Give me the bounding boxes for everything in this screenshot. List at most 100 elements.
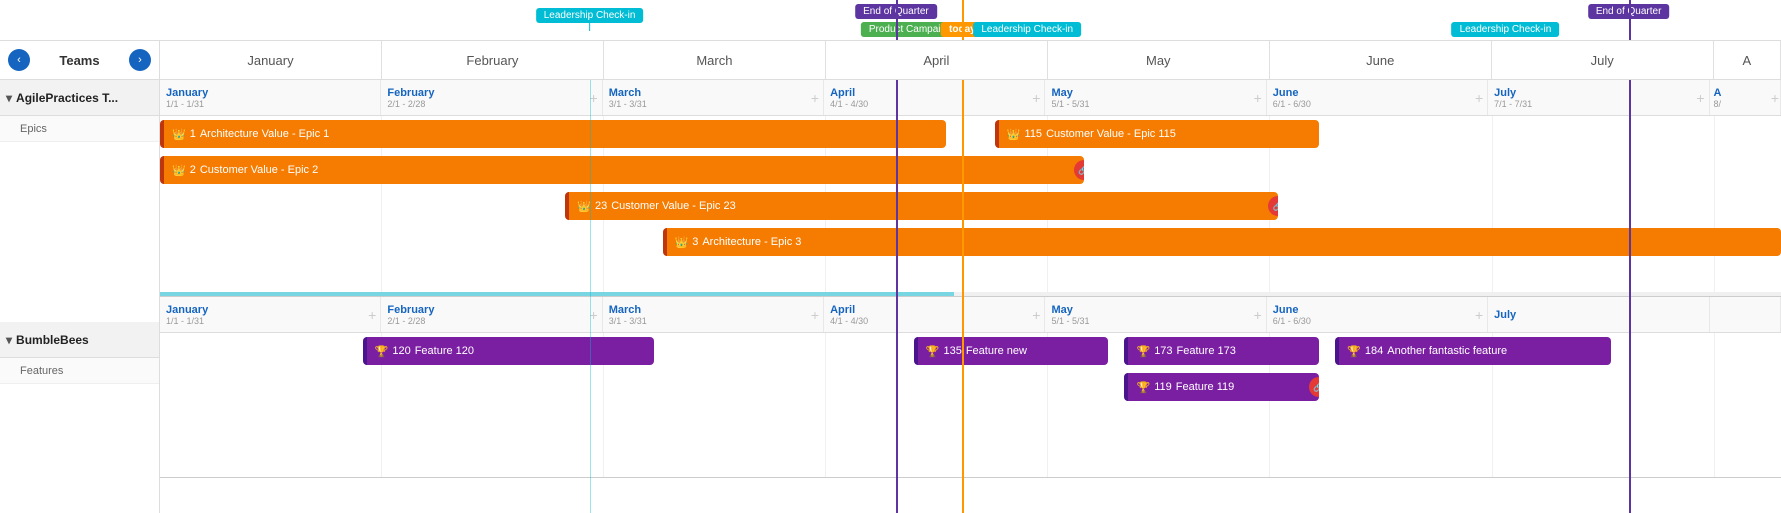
feature-bar-184[interactable]: 🏆 184 Another fantastic feature <box>1335 337 1611 365</box>
bb-month-aug <box>1710 297 1781 332</box>
add-feb-bb[interactable]: + <box>590 307 598 323</box>
feature-bar-173[interactable]: 🏆 173 Feature 173 <box>1124 337 1319 365</box>
bumblebees-grid-section: January 1/1 - 1/31 + February 2/1 - 2/28… <box>160 297 1781 478</box>
agile-month-feb: February 2/1 - 2/28 + <box>381 80 602 115</box>
agile-month-jun: June 6/1 - 6/30 + <box>1267 80 1488 115</box>
add-feb-agile[interactable]: + <box>590 90 598 106</box>
bb-month-mar: March 3/1 - 3/31 + <box>603 297 824 332</box>
feature-row-135: 🏆 135 Feature new <box>914 337 1109 365</box>
epic-bar-2[interactable]: 👑 2 Customer Value - Epic 2 🔗 <box>160 156 1084 184</box>
feature-icon-135: 🏆 <box>926 345 940 358</box>
epic-icon-3: 👑 <box>675 236 689 249</box>
team-agile-header-left[interactable]: ▾ AgilePractices T... <box>0 80 159 116</box>
add-mar-agile[interactable]: + <box>811 90 819 106</box>
agile-rows-spacer <box>0 142 159 322</box>
chevron-right-button[interactable]: › <box>129 49 151 71</box>
feature-row-173: 🏆 173 Feature 173 <box>1124 337 1319 365</box>
month-jun: June <box>1270 41 1492 79</box>
team-bumblebees-left: ▾ BumbleBees Features <box>0 322 159 513</box>
agile-sub-epics: Epics <box>0 116 159 142</box>
bumblebees-chevron: ▾ <box>6 333 12 347</box>
feature-num-120: 120 <box>392 345 410 357</box>
bb-month-may: May 5/1 - 5/31 + <box>1045 297 1266 332</box>
month-aug-partial: A <box>1714 41 1781 79</box>
bb-bars-area: 🏆 120 Feature 120 🏆 135 Feature new <box>160 333 1781 477</box>
link-icon-23[interactable]: 🔗 <box>1268 196 1278 216</box>
month-jan: January <box>160 41 382 79</box>
add-apr-agile[interactable]: + <box>1032 90 1040 106</box>
feature-bar-135[interactable]: 🏆 135 Feature new <box>914 337 1109 365</box>
feature-label-135: Feature new <box>966 345 1027 357</box>
month-mar: March <box>604 41 826 79</box>
left-spacer <box>0 0 160 40</box>
add-jan-bb[interactable]: + <box>368 307 376 323</box>
left-panel: ▾ AgilePractices T... Epics ▾ BumbleBees… <box>0 80 160 513</box>
feature-num-184: 184 <box>1365 345 1383 357</box>
epic-row-23: 👑 23 Customer Value - Epic 23 🔗 <box>565 192 1278 220</box>
chevron-left-button[interactable]: ‹ <box>8 49 30 71</box>
agile-month-headers: January 1/1 - 1/31 + February 2/1 - 2/28… <box>160 80 1781 116</box>
feature-icon-119: 🏆 <box>1136 381 1150 394</box>
epic-num-23: 23 <box>595 200 607 212</box>
month-may: May <box>1048 41 1270 79</box>
epic-num-3: 3 <box>692 236 698 248</box>
bumblebees-month-headers: January 1/1 - 1/31 + February 2/1 - 2/28… <box>160 297 1781 333</box>
end-of-quarter-line-2 <box>1629 0 1631 40</box>
feature-bar-120[interactable]: 🏆 120 Feature 120 <box>363 337 655 365</box>
epic-icon-115: 👑 <box>1007 128 1021 141</box>
feature-label-173: Feature 173 <box>1177 345 1236 357</box>
epic-icon-23: 👑 <box>577 200 591 213</box>
marker-leadership-2: Leadership Check-in <box>973 22 1081 37</box>
marker-leadership-3: Leadership Check-in <box>1452 22 1560 37</box>
epic-label-23: Customer Value - Epic 23 <box>611 200 736 212</box>
end-of-quarter-line-1 <box>896 0 898 40</box>
add-may-bb[interactable]: + <box>1254 307 1262 323</box>
feature-row-119: 🏆 119 Feature 119 🔗 <box>1124 373 1319 401</box>
today-line <box>962 0 964 40</box>
agile-month-jan: January 1/1 - 1/31 + <box>160 80 381 115</box>
months-strip: January February March April May June Ju… <box>160 41 1781 79</box>
agile-month-jul: July 7/1 - 7/31 + <box>1488 80 1709 115</box>
teams-header: ‹ Teams › <box>0 41 160 79</box>
epic-label-115: Customer Value - Epic 115 <box>1046 128 1176 140</box>
teams-label: Teams <box>59 53 99 68</box>
epic-num-115: 115 <box>1025 128 1043 140</box>
feature-icon-120: 🏆 <box>375 345 389 358</box>
add-may-agile[interactable]: + <box>1254 90 1262 106</box>
add-jun-agile[interactable]: + <box>1475 90 1483 106</box>
add-jun-bb[interactable]: + <box>1475 307 1483 323</box>
epic-label-1: Architecture Value - Epic 1 <box>200 128 329 140</box>
epic-bar-3[interactable]: 👑 3 Architecture - Epic 3 <box>663 228 1781 256</box>
epic-bar-1[interactable]: 👑 1 Architecture Value - Epic 1 <box>160 120 946 148</box>
agile-team-name: AgilePractices T... <box>16 91 118 105</box>
feature-bar-119[interactable]: 🏆 119 Feature 119 🔗 <box>1124 373 1319 401</box>
markers-zone: Leadership Check-in End of Quarter Produ… <box>160 0 1781 40</box>
timeline-container: Leadership Check-in End of Quarter Produ… <box>0 0 1781 513</box>
epic-row-2: 👑 2 Customer Value - Epic 2 🔗 <box>160 156 1084 184</box>
agile-month-apr: April 4/1 - 4/30 + <box>824 80 1045 115</box>
add-jan-agile[interactable]: + <box>1771 90 1779 106</box>
team-agile-left: ▾ AgilePractices T... Epics <box>0 80 159 322</box>
bb-month-apr: April 4/1 - 4/30 + <box>824 297 1045 332</box>
month-jul: July <box>1492 41 1714 79</box>
team-bumblebees-header-left[interactable]: ▾ BumbleBees <box>0 322 159 358</box>
marker-leadership-1: Leadership Check-in <box>536 8 644 23</box>
epic-bar-115[interactable]: 👑 115 Customer Value - Epic 115 <box>995 120 1319 148</box>
add-apr-bb[interactable]: + <box>1032 307 1040 323</box>
bumblebees-rows-spacer <box>0 384 159 513</box>
feature-label-184: Another fantastic feature <box>1387 345 1507 357</box>
month-apr: April <box>826 41 1048 79</box>
epic-num-1: 1 <box>190 128 196 140</box>
feature-label-119: Feature 119 <box>1176 381 1235 393</box>
feature-num-119: 119 <box>1154 381 1172 393</box>
feature-row-184: 🏆 184 Another fantastic feature <box>1335 337 1611 365</box>
add-jul-agile[interactable]: + <box>1696 90 1704 106</box>
link-icon-2[interactable]: 🔗 <box>1074 160 1084 180</box>
agile-grid-section: January 1/1 - 1/31 + February 2/1 - 2/28… <box>160 80 1781 297</box>
epic-bar-23[interactable]: 👑 23 Customer Value - Epic 23 🔗 <box>565 192 1278 220</box>
link-icon-119[interactable]: 🔗 <box>1309 377 1319 397</box>
epic-row-3: 👑 3 Architecture - Epic 3 <box>663 228 1781 256</box>
add-mar-bb[interactable]: + <box>811 307 819 323</box>
agile-chevron: ▾ <box>6 91 12 105</box>
epic-label-2: Customer Value - Epic 2 <box>200 164 318 176</box>
